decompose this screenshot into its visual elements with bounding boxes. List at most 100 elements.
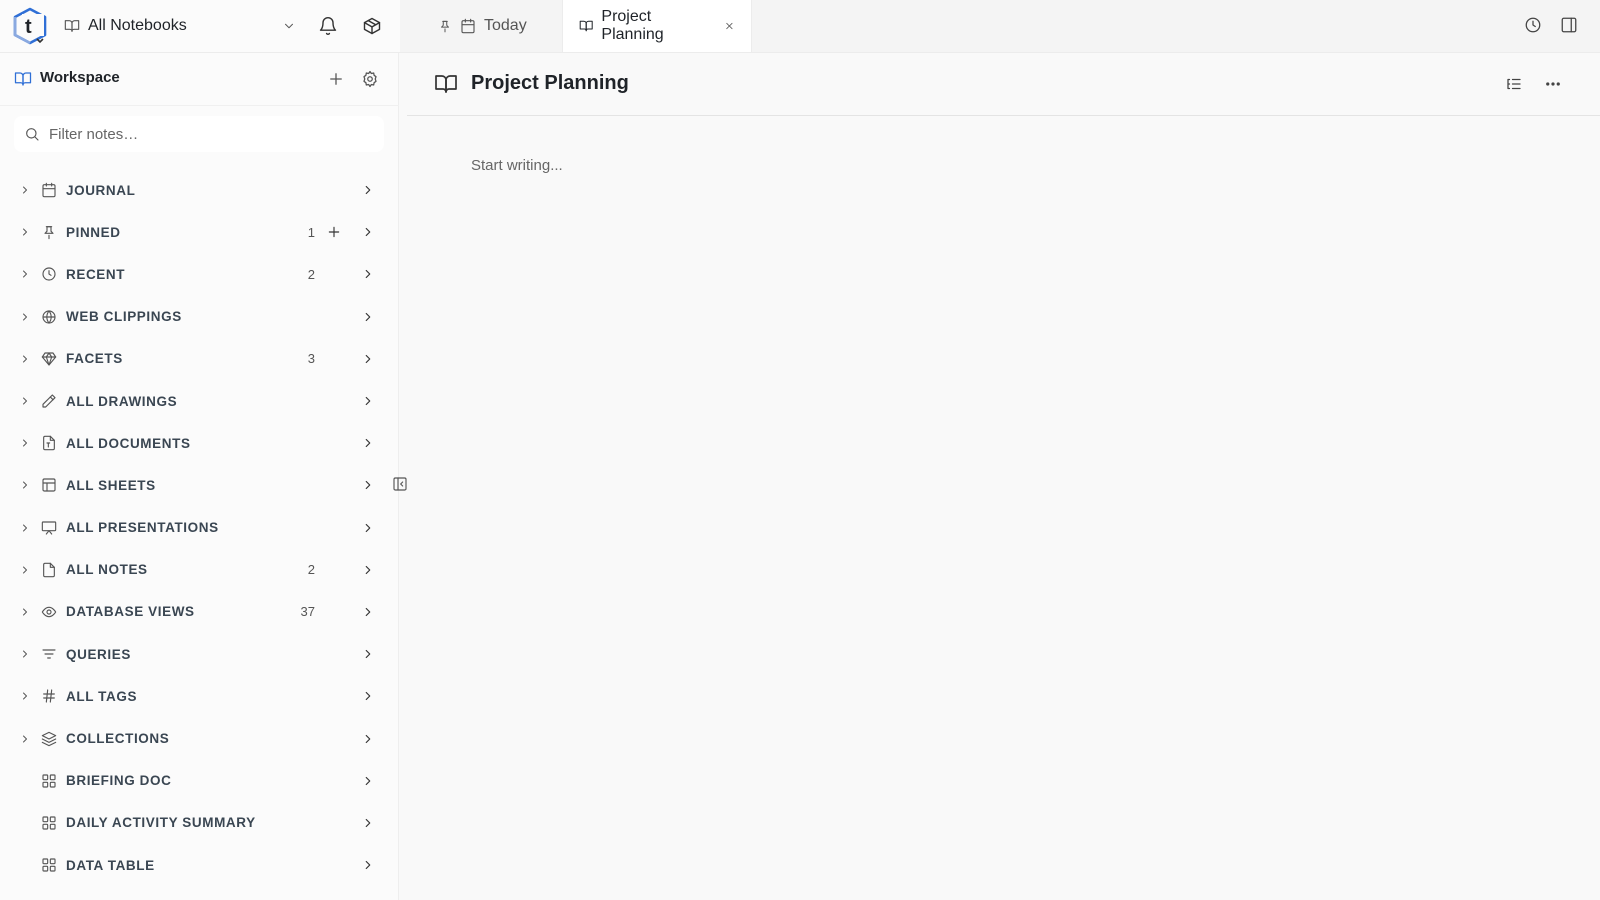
book-icon	[579, 20, 593, 32]
layers-icon	[41, 731, 57, 746]
tab-project-planning[interactable]: Project Planning	[562, 0, 752, 52]
open-arrow-icon[interactable]	[361, 521, 375, 535]
filter-notes-field[interactable]	[14, 116, 384, 152]
sidebar-item-briefing-doc[interactable]: BRIEFING DOC	[0, 760, 399, 802]
search-icon	[26, 128, 39, 141]
sidebar-item-label: JOURNAL	[66, 182, 136, 198]
sidebar: Workspace JOURNAL PINNED 1 RECEN	[0, 53, 399, 900]
app-logo-icon[interactable]: t	[10, 6, 50, 46]
open-arrow-icon[interactable]	[361, 858, 375, 872]
chevron-down-icon[interactable]	[282, 19, 296, 33]
open-arrow-icon[interactable]	[361, 647, 375, 661]
grid-icon	[42, 774, 56, 788]
editor-placeholder[interactable]: Start writing...	[471, 157, 563, 174]
sidebar-item-all-sheets[interactable]: ALL SHEETS	[0, 464, 399, 506]
sidebar-item-daily-activity-summary[interactable]: DAILY ACTIVITY SUMMARY	[0, 802, 399, 844]
open-arrow-icon[interactable]	[361, 310, 375, 324]
sidebar-item-recent[interactable]: RECENT 2	[0, 253, 399, 295]
open-arrow-icon[interactable]	[361, 394, 375, 408]
more-options-icon[interactable]	[1544, 75, 1562, 93]
open-arrow-icon[interactable]	[361, 183, 375, 197]
open-arrow-icon[interactable]	[361, 605, 375, 619]
chevron-right-icon[interactable]	[19, 353, 31, 365]
open-arrow-icon[interactable]	[361, 774, 375, 788]
pin-icon	[44, 226, 54, 240]
tab-today[interactable]: Today	[400, 0, 562, 52]
sidebar-item-database-views[interactable]: DATABASE VIEWS 37	[0, 591, 399, 633]
open-arrow-icon[interactable]	[361, 352, 375, 366]
chevron-right-icon[interactable]	[19, 268, 31, 280]
chevron-right-icon[interactable]	[19, 479, 31, 491]
bell-icon	[319, 17, 337, 36]
chevron-right-icon[interactable]	[19, 395, 31, 407]
settings-gear-icon[interactable]	[361, 70, 379, 88]
sidebar-item-all-presentations[interactable]: ALL PRESENTATIONS	[0, 507, 399, 549]
chevron-right-icon[interactable]	[19, 648, 31, 660]
clock-icon	[1525, 17, 1541, 33]
sidebar-item-count: 1	[307, 224, 315, 240]
open-arrow-icon[interactable]	[361, 225, 375, 239]
globe-icon	[42, 310, 56, 324]
filter-icon	[42, 649, 56, 659]
sidebar-item-web-clippings[interactable]: WEB CLIPPINGS	[0, 296, 399, 338]
chevron-right-icon[interactable]	[19, 437, 31, 449]
close-icon[interactable]	[724, 20, 735, 32]
chevron-right-icon[interactable]	[19, 184, 31, 196]
toggle-right-panel-button[interactable]	[1560, 16, 1580, 36]
history-button[interactable]	[1524, 16, 1544, 36]
open-arrow-icon[interactable]	[361, 732, 375, 746]
workspace-title[interactable]: Workspace	[40, 69, 120, 86]
sidebar-item-collections[interactable]: COLLECTIONS	[0, 717, 399, 759]
page-title[interactable]: Project Planning	[471, 72, 629, 95]
sidebar-item-label: ALL DOCUMENTS	[66, 435, 191, 451]
collapse-sidebar-icon[interactable]	[392, 476, 408, 492]
chevron-right-icon[interactable]	[19, 226, 31, 238]
sidebar-item-queries[interactable]: QUERIES	[0, 633, 399, 675]
sidebar-item-all-drawings[interactable]: ALL DRAWINGS	[0, 380, 399, 422]
clock-icon	[42, 267, 56, 282]
sidebar-item-all-tags[interactable]: ALL TAGS	[0, 675, 399, 717]
chevron-right-icon[interactable]	[19, 606, 31, 618]
chevron-right-icon[interactable]	[19, 311, 31, 323]
sidebar-item-facets[interactable]: FACETS 3	[0, 338, 399, 380]
sidebar-item-data-table[interactable]: DATA TABLE	[0, 844, 399, 886]
open-arrow-icon[interactable]	[361, 436, 375, 450]
sidebar-item-label: COLLECTIONS	[66, 731, 170, 747]
sidebar-item-label: RECENT	[66, 266, 126, 282]
chevron-right-icon[interactable]	[19, 564, 31, 576]
open-arrow-icon[interactable]	[361, 563, 375, 577]
chevron-right-icon[interactable]	[19, 690, 31, 702]
sidebar-item-all-documents[interactable]: ALL DOCUMENTS	[0, 422, 399, 464]
top-left-bar: t All Notebooks	[0, 0, 400, 53]
open-arrow-icon[interactable]	[361, 816, 375, 830]
open-arrow-icon[interactable]	[361, 478, 375, 492]
top-bar: t All Notebooks Today Project Planning	[0, 0, 1600, 53]
tab-today-label: Today	[484, 17, 527, 34]
book-icon	[14, 72, 32, 86]
presentation-icon	[41, 521, 57, 535]
filter-notes-input[interactable]	[49, 125, 384, 143]
panel-right-icon	[1561, 17, 1577, 33]
sidebar-item-pinned[interactable]: PINNED 1	[0, 211, 399, 253]
add-note-button[interactable]	[327, 70, 345, 88]
note-icon	[43, 562, 55, 578]
add-pinned-plus-icon[interactable]	[326, 224, 342, 240]
extensions-button[interactable]	[362, 16, 382, 36]
sidebar-item-journal[interactable]: JOURNAL	[0, 169, 399, 211]
sidebar-item-count: 2	[307, 266, 315, 282]
grid-icon	[42, 816, 56, 830]
sidebar-nav: JOURNAL PINNED 1 RECENT 2 WEB CLIPPINGS	[0, 169, 399, 886]
tab-project-planning-label: Project Planning	[601, 8, 664, 43]
sidebar-item-label: DATA TABLE	[66, 857, 155, 873]
open-arrow-icon[interactable]	[361, 267, 375, 281]
notifications-button[interactable]	[318, 16, 338, 36]
sidebar-item-all-notes[interactable]: ALL NOTES 2	[0, 549, 399, 591]
notebook-switcher[interactable]: All Notebooks	[64, 13, 296, 39]
outline-list-icon[interactable]	[1505, 75, 1523, 93]
workspace-header: Workspace	[0, 53, 399, 106]
chevron-right-icon[interactable]	[19, 522, 31, 534]
sidebar-item-label: DAILY ACTIVITY SUMMARY	[66, 815, 256, 831]
open-arrow-icon[interactable]	[361, 689, 375, 703]
calendar-icon	[461, 18, 475, 34]
chevron-right-icon[interactable]	[19, 733, 31, 745]
